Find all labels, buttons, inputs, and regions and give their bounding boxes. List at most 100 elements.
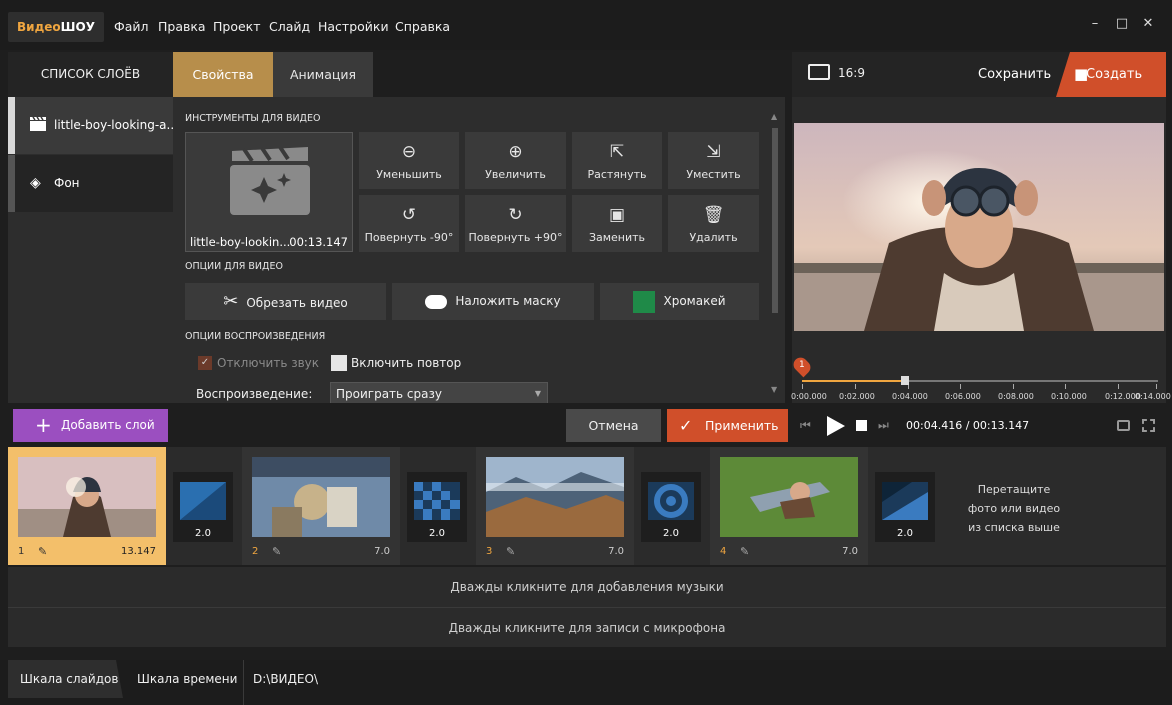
- slide-2[interactable]: 2 ✎ 7.0: [242, 447, 400, 565]
- apply-mask-button[interactable]: Наложить маску: [392, 283, 594, 320]
- layer-label: Фон: [54, 176, 80, 190]
- menu-project[interactable]: Проект: [213, 12, 261, 42]
- cancel-button[interactable]: Отмена: [566, 409, 661, 442]
- play-icon[interactable]: [827, 416, 845, 436]
- layer-item-background[interactable]: ◈ Фон: [8, 155, 173, 212]
- pencil-icon[interactable]: ✎: [740, 545, 749, 558]
- video-preview[interactable]: [794, 123, 1164, 331]
- snapshot-camera-icon[interactable]: [1117, 420, 1130, 431]
- stretch-icon: ⇱: [609, 142, 625, 162]
- fit-icon: ⇲: [706, 142, 721, 162]
- slide-thumbnail: [486, 457, 624, 537]
- fit-button[interactable]: ⇲ Уместить: [668, 132, 759, 189]
- clip-thumbnail[interactable]: little-boy-lookin... 00:13.147: [185, 132, 353, 252]
- properties-panel: ИНСТРУМЕНТЫ ДЛЯ ВИДЕО little-boy-lookin.…: [173, 97, 785, 403]
- scroll-up-icon[interactable]: ▲: [771, 112, 777, 121]
- transition-3[interactable]: 2.0: [641, 472, 701, 542]
- clapperboard-icon: [30, 117, 46, 131]
- zoom-out-button[interactable]: ⊖ Уменьшить: [359, 132, 459, 189]
- slide-number: 3: [486, 546, 493, 557]
- rotate-right-button[interactable]: ↻ Повернуть +90°: [465, 195, 566, 252]
- tab-slide-timeline[interactable]: Шкала слайдов: [8, 660, 123, 698]
- stretch-button[interactable]: ⇱ Растянуть: [572, 132, 662, 189]
- transition-duration: 2.0: [663, 528, 679, 539]
- menu-help[interactable]: Справка: [395, 12, 450, 42]
- trim-video-button[interactable]: ✂ Обрезать видео: [185, 283, 386, 320]
- video-clip-icon: [230, 147, 310, 215]
- scissors-icon: ✂: [223, 291, 239, 312]
- transition-2[interactable]: 2.0: [407, 472, 467, 542]
- marker-label: 1: [799, 360, 805, 370]
- trash-icon: 🗑: [702, 205, 725, 225]
- transition-thumbnail: [882, 482, 928, 520]
- playback-mode-select[interactable]: Проиграть сразу ▼: [330, 382, 548, 403]
- loop-label: Включить повтор: [351, 356, 462, 370]
- delete-button[interactable]: 🗑 Удалить: [668, 195, 759, 252]
- pencil-icon[interactable]: ✎: [506, 545, 515, 558]
- minimize-button[interactable]: –: [1085, 14, 1105, 34]
- transition-4[interactable]: 2.0: [875, 472, 935, 542]
- time-readout: 00:04.416 / 00:13.147: [906, 419, 1030, 432]
- create-button[interactable]: ■ Создать: [1056, 52, 1166, 97]
- tick-label: 0:08.000: [998, 392, 1034, 401]
- playback-options-title: ОПЦИИ ВОСПРОИЗВЕДЕНИЯ: [185, 331, 326, 342]
- tick-label: 0:04.000: [892, 392, 928, 401]
- tab-time-timeline[interactable]: Шкала времени: [137, 672, 237, 686]
- pencil-icon[interactable]: ✎: [272, 545, 281, 558]
- layer-label: little-boy-looking-a...: [54, 118, 178, 132]
- scroll-down-icon[interactable]: ▼: [771, 385, 777, 394]
- maximize-button[interactable]: □: [1112, 14, 1132, 34]
- menu-slide[interactable]: Слайд: [269, 12, 310, 42]
- properties-scrollbar[interactable]: [772, 128, 778, 313]
- rotate-left-button[interactable]: ↺ Повернуть -90°: [359, 195, 459, 252]
- app-logo: ВидеоШОУ: [8, 12, 104, 42]
- tick-label: 0:00.000: [791, 392, 827, 401]
- image-icon: ▣: [608, 205, 626, 225]
- close-button[interactable]: ✕: [1138, 14, 1158, 34]
- menu-edit[interactable]: Правка: [158, 12, 206, 42]
- tab-animation[interactable]: Анимация: [273, 52, 373, 97]
- replace-button[interactable]: ▣ Заменить: [572, 195, 662, 252]
- slide-duration: 7.0: [608, 546, 624, 557]
- fullscreen-icon[interactable]: [1142, 419, 1155, 432]
- stop-icon[interactable]: [856, 420, 867, 431]
- zoom-in-button[interactable]: ⊕ Увеличить: [465, 132, 566, 189]
- add-layer-button[interactable]: + Добавить слой: [13, 409, 168, 442]
- slide-duration: 13.147: [121, 546, 156, 557]
- menu-settings[interactable]: Настройки: [318, 12, 389, 42]
- layer-item-video[interactable]: little-boy-looking-a...: [8, 97, 178, 154]
- chevron-down-icon: ▼: [534, 389, 541, 398]
- zoom-in-icon: ⊕: [508, 142, 523, 162]
- transition-thumbnail: [180, 482, 226, 520]
- tools-title: ИНСТРУМЕНТЫ ДЛЯ ВИДЕО: [185, 113, 321, 124]
- tick-label: 0:02.000: [839, 392, 875, 401]
- skip-back-icon[interactable]: ⏮: [800, 418, 811, 433]
- menu-file[interactable]: Файл: [114, 12, 149, 42]
- monitor-icon[interactable]: [808, 64, 830, 80]
- save-button[interactable]: Сохранить: [978, 67, 1051, 82]
- video-frame-image: [794, 123, 1164, 331]
- mic-track[interactable]: Дважды кликните для записи с микрофона: [8, 607, 1166, 647]
- transition-thumbnail: [414, 482, 460, 520]
- slide-4[interactable]: 4 ✎ 7.0: [710, 447, 868, 565]
- pencil-icon[interactable]: ✎: [38, 545, 47, 558]
- clip-name: little-boy-lookin...: [190, 235, 291, 249]
- loop-checkbox[interactable]: [331, 355, 347, 371]
- apply-button[interactable]: ✓ Применить: [667, 409, 788, 442]
- slide-1[interactable]: 1 ✎ 13.147: [8, 447, 166, 565]
- chromakey-button[interactable]: Хромакей: [600, 283, 759, 320]
- tab-properties[interactable]: Свойства: [173, 52, 273, 103]
- mute-checkbox[interactable]: ✓: [198, 356, 212, 370]
- slide-thumbnail: [18, 457, 156, 537]
- video-options-title: ОПЦИИ ДЛЯ ВИДЕО: [185, 261, 283, 272]
- layers-header: СПИСОК СЛОЁВ: [8, 52, 173, 97]
- rotate-right-icon: ↻: [508, 205, 523, 225]
- music-track[interactable]: Дважды кликните для добавления музыки: [8, 567, 1166, 607]
- aspect-ratio-button[interactable]: 16:9: [838, 66, 865, 80]
- slide-thumbnail: [252, 457, 390, 537]
- tick-label: 0:06.000: [945, 392, 981, 401]
- slide-3[interactable]: 3 ✎ 7.0: [476, 447, 634, 565]
- transition-1[interactable]: 2.0: [173, 472, 233, 542]
- skip-forward-icon[interactable]: ⏭: [878, 418, 889, 433]
- check-icon: ✓: [679, 416, 693, 435]
